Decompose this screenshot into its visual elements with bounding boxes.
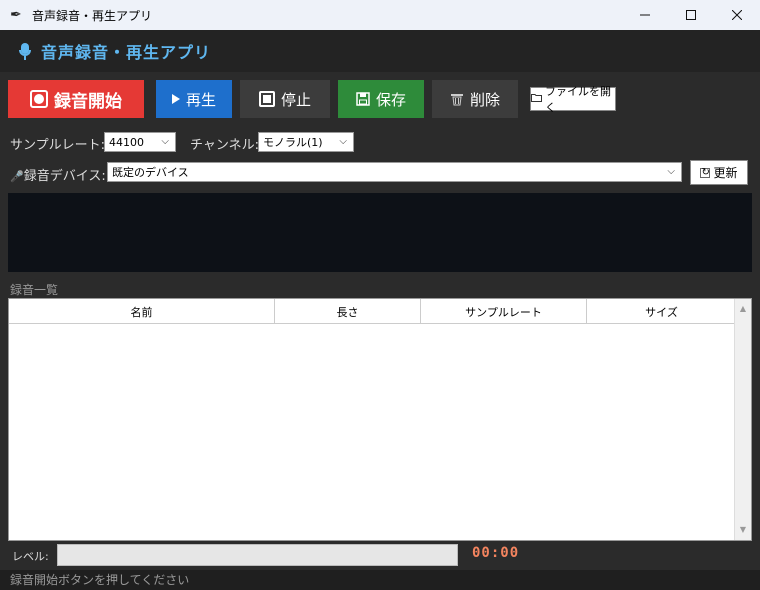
play-icon: [171, 94, 180, 104]
window-controls: [622, 0, 760, 30]
level-meter: [57, 544, 458, 566]
trash-icon: [450, 92, 464, 106]
waveform-canvas: [8, 193, 752, 272]
sample-rate-label: サンプルレート:: [10, 138, 105, 153]
save-button-label: 保存: [375, 90, 406, 109]
minimize-icon: [640, 14, 650, 16]
refresh-icon: ↻: [700, 166, 711, 178]
microphone-small-icon: 🎤: [10, 170, 24, 183]
channel-select[interactable]: モノラル(1) ⌵: [258, 132, 354, 152]
channel-label: チャンネル:: [190, 138, 259, 153]
table-header: 名前 長さ サンプルレート サイズ: [9, 299, 736, 324]
recordings-table[interactable]: 名前 長さ サンプルレート サイズ ▲ ▼: [8, 298, 752, 541]
scroll-up-icon[interactable]: ▲: [735, 301, 751, 317]
status-text: 録音開始ボタンを押してください: [10, 573, 190, 587]
column-header-size[interactable]: サイズ: [587, 299, 736, 324]
record-icon: [30, 90, 48, 108]
open-file-button-label: ファイルを開く: [545, 85, 611, 114]
maximize-icon: [686, 10, 696, 20]
scroll-down-icon[interactable]: ▼: [735, 522, 751, 538]
toolbar: 録音開始 再生 停止 保存 削除 ファイルを開く: [0, 72, 760, 126]
maximize-button[interactable]: [668, 0, 714, 30]
delete-button-label: 削除: [469, 90, 500, 109]
channel-value: モノラル(1): [263, 136, 323, 149]
app-header: 音声録音・再生アプリ: [0, 30, 760, 72]
minimize-button[interactable]: [622, 0, 668, 30]
window-title: 音声録音・再生アプリ: [32, 8, 153, 23]
floppy-disk-icon: [356, 92, 370, 106]
save-button[interactable]: 保存: [338, 80, 424, 118]
feather-pen-icon: ✒: [10, 7, 22, 23]
close-button[interactable]: [714, 0, 760, 30]
column-header-name[interactable]: 名前: [9, 299, 275, 324]
microphone-icon: [18, 42, 32, 60]
delete-button[interactable]: 削除: [432, 80, 518, 118]
close-icon: [732, 10, 742, 20]
chevron-down-icon: ⌵: [339, 136, 347, 147]
play-button-label: 再生: [185, 90, 216, 109]
stop-icon: [258, 91, 275, 107]
column-header-length[interactable]: 長さ: [275, 299, 421, 324]
column-header-sample-rate[interactable]: サンプルレート: [421, 299, 587, 324]
level-label: レベル:: [12, 550, 49, 563]
sample-rate-select[interactable]: 44100 ⌵: [104, 132, 176, 152]
chevron-down-icon: ⌵: [667, 166, 675, 177]
folder-icon: [531, 93, 542, 105]
refresh-button[interactable]: ↻ 更新: [690, 160, 748, 185]
stop-button-label: 停止: [280, 90, 311, 109]
app-title: 音声録音・再生アプリ: [41, 43, 212, 62]
open-file-button[interactable]: ファイルを開く: [530, 85, 616, 114]
title-bar: ✒ 音声録音・再生アプリ: [0, 0, 760, 30]
play-button[interactable]: 再生: [156, 80, 232, 118]
status-bar: 録音開始ボタンを押してください: [0, 570, 760, 590]
device-label-group: 🎤録音デバイス:: [10, 165, 106, 184]
recordings-list-title: 録音一覧: [10, 283, 59, 297]
table-scrollbar[interactable]: ▲ ▼: [734, 299, 751, 540]
device-select[interactable]: 既定のデバイス ⌵: [107, 162, 682, 182]
device-label: 録音デバイス:: [23, 169, 106, 184]
device-value: 既定のデバイス: [112, 166, 189, 179]
refresh-button-label: 更新: [713, 166, 738, 180]
stop-button[interactable]: 停止: [240, 80, 330, 118]
record-button-label: 録音開始: [54, 91, 122, 112]
record-button[interactable]: 録音開始: [8, 80, 144, 118]
sample-rate-value: 44100: [109, 135, 144, 149]
chevron-down-icon: ⌵: [161, 136, 169, 147]
recording-timer: 00:00: [472, 545, 520, 561]
